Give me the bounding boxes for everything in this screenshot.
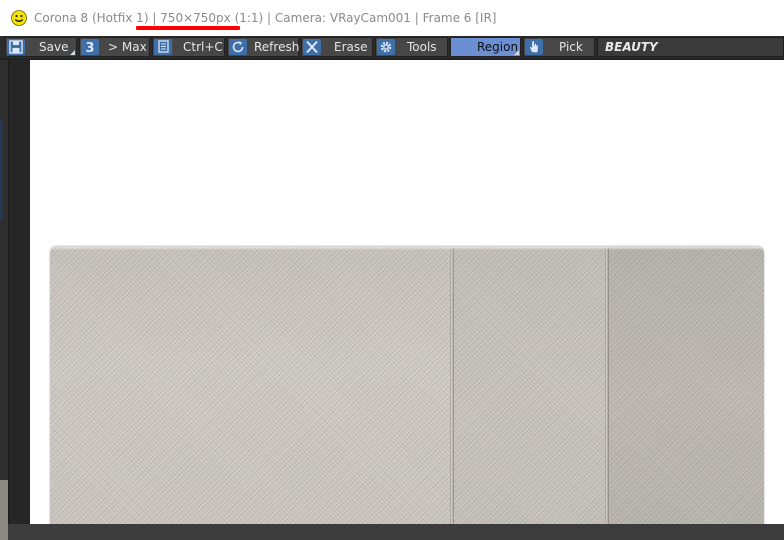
resolution-highlight	[136, 26, 240, 30]
smiley-icon	[11, 10, 27, 26]
send-to-max-button[interactable]: 3 > Max	[79, 37, 150, 57]
window-title-bar: Corona 8 (Hotfix 1) | 750×750px (1:1) | …	[0, 0, 784, 36]
tools-label: Tools	[407, 40, 437, 54]
region-button[interactable]: Region	[450, 37, 521, 57]
dropdown-corner-icon	[70, 50, 75, 55]
background-thumbnail	[0, 480, 8, 540]
window-title: Corona 8 (Hotfix 1) | 750×750px (1:1) | …	[34, 11, 497, 25]
fabric-panel-right	[607, 247, 764, 524]
fabric-panel-left	[50, 247, 452, 524]
toolbar: Save 3 > Max Ctrl+C Refresh Erase Tools …	[0, 36, 784, 60]
rendered-image	[50, 247, 764, 524]
pick-label: Pick	[559, 40, 583, 54]
render-pass-selector[interactable]: BEAUTY	[597, 37, 784, 57]
panel-seam	[605, 247, 609, 524]
region-label: Region	[477, 40, 519, 54]
refresh-icon	[229, 39, 247, 55]
scrollbar-track[interactable]	[8, 60, 31, 524]
save-button[interactable]: Save	[5, 37, 77, 57]
svg-text:3: 3	[85, 41, 94, 55]
left-panel-strip	[0, 60, 31, 540]
save-label: Save	[39, 40, 69, 54]
render-viewport[interactable]	[30, 60, 784, 524]
erase-button[interactable]: Erase	[301, 37, 373, 57]
gear-icon	[377, 39, 395, 55]
tools-button[interactable]: Tools	[375, 37, 448, 57]
refresh-label: Refresh	[254, 40, 300, 54]
panel-seam	[450, 247, 454, 524]
dropdown-corner-icon	[514, 50, 519, 55]
3dsmax-icon: 3	[81, 39, 99, 55]
copy-label: Ctrl+C	[183, 40, 223, 54]
panel-top-edge	[50, 247, 764, 250]
max-label: > Max	[108, 40, 147, 54]
erase-label: Erase	[334, 40, 368, 54]
floppy-disk-icon	[7, 39, 25, 55]
x-icon	[303, 39, 321, 55]
refresh-button[interactable]: Refresh	[227, 37, 299, 57]
pick-button[interactable]: Pick	[523, 37, 595, 57]
fabric-panel-middle	[452, 247, 609, 524]
hand-pointer-icon	[525, 39, 543, 55]
copy-button[interactable]: Ctrl+C	[152, 37, 225, 57]
edge-accent	[0, 120, 2, 220]
copy-icon	[154, 39, 172, 55]
